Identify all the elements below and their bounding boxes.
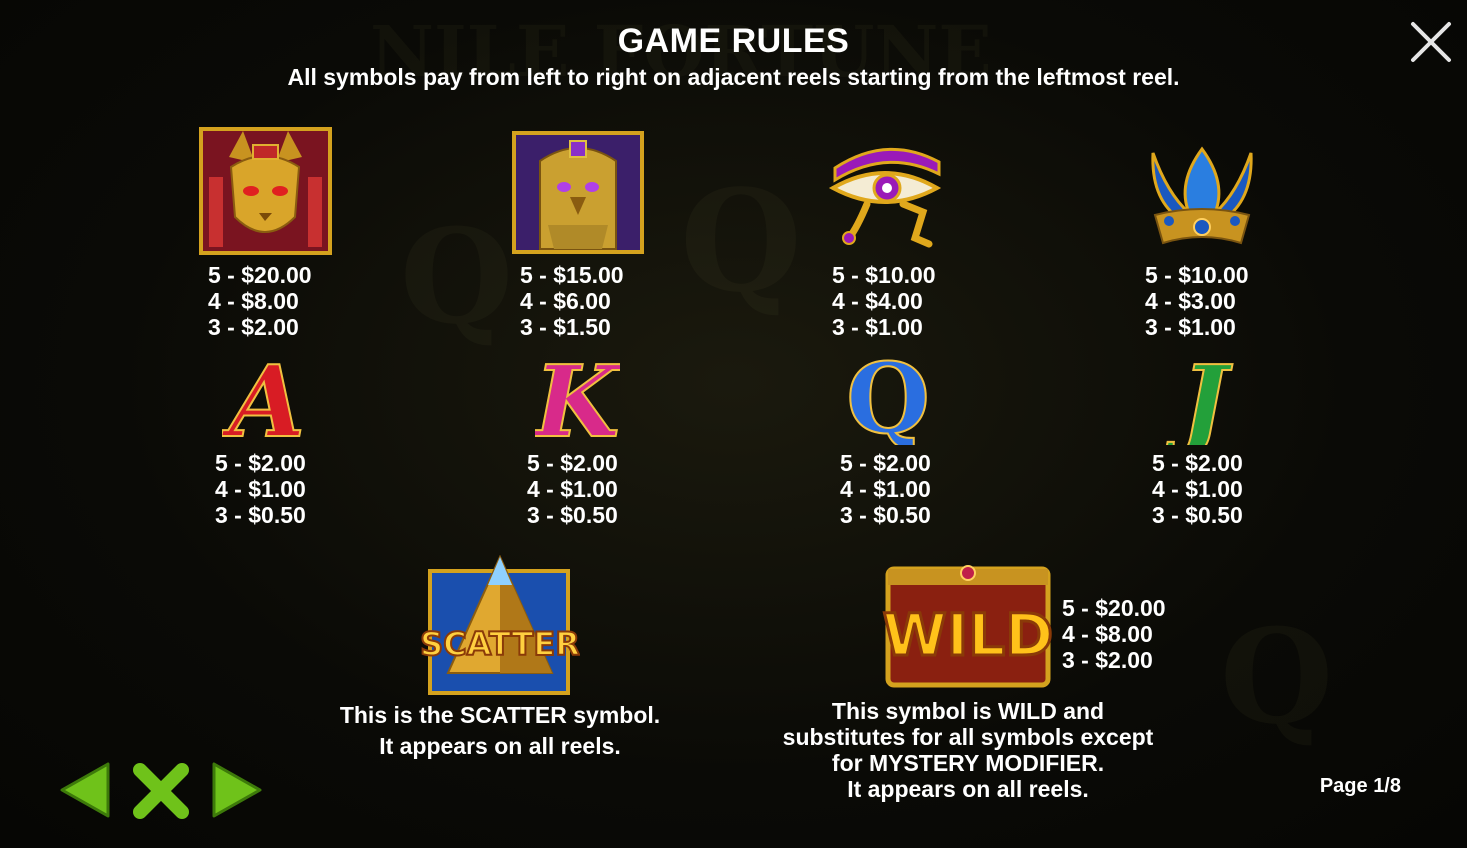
k-paytable: 5 - $2.00 4 - $1.00 3 - $0.50 [527,450,618,528]
pay-line: 3 - $0.50 [527,502,618,528]
pay-line: 3 - $0.50 [215,502,306,528]
glyph-k: K [535,350,620,445]
pay-line: 5 - $10.00 [1145,262,1249,288]
wild-logo-text: WILD [883,601,1054,669]
scatter-desc-line: This is the SCATTER symbol. [339,702,661,728]
pay-line: 3 - $1.50 [520,314,611,340]
wild-desc-line: for MYSTERY MODIFIER. [831,750,1105,776]
pay-line: 3 - $0.50 [1152,502,1243,528]
wild-desc-line: substitutes for all symbols except [782,724,1154,750]
glyph-j: J [1165,350,1233,445]
lotus-symbol-icon [1151,146,1253,245]
lotus-paytable: 5 - $10.00 4 - $3.00 3 - $1.00 [1145,262,1249,340]
next-page-button[interactable] [210,760,264,820]
wild-description: This symbol is WILD and substitutes for … [748,698,1188,802]
pay-line: 5 - $20.00 [208,262,312,288]
a-paytable: 5 - $2.00 4 - $1.00 3 - $0.50 [215,450,306,528]
page-subtitle: All symbols pay from left to right on ad… [287,64,1180,90]
pay-line: 4 - $8.00 [208,288,299,314]
pay-line: 4 - $8.00 [1062,621,1153,647]
pay-line: 4 - $1.00 [840,476,931,502]
pay-line: 4 - $1.00 [1152,476,1243,502]
pay-line: 3 - $0.50 [840,502,931,528]
page-title: GAME RULES [617,22,850,60]
wild-desc-line: This symbol is WILD and [831,698,1105,724]
arrow-right-icon [212,762,262,818]
letter-j-symbol-icon: J [1164,350,1234,445]
pay-line: 4 - $4.00 [832,288,923,314]
wild-desc-line: It appears on all reels. [847,776,1089,802]
pay-line: 5 - $2.00 [840,450,931,476]
scatter-symbol-icon: SCATTER [420,555,580,695]
letter-q-symbol-icon: Q [846,350,931,445]
q-paytable: 5 - $2.00 4 - $1.00 3 - $0.50 [840,450,931,528]
bastet-symbol-icon [199,127,332,255]
pay-line: 5 - $2.00 [1152,450,1243,476]
eye-paytable: 5 - $10.00 4 - $4.00 3 - $1.00 [832,262,936,340]
pay-line: 4 - $6.00 [520,288,611,314]
pay-line: 4 - $3.00 [1145,288,1236,314]
background-reel-letter: Q [1220,600,1334,753]
page-indicator: Page 1/8 [1319,775,1401,797]
pay-line: 5 - $15.00 [520,262,624,288]
x-close-icon [133,763,189,819]
pay-line: 5 - $2.00 [527,450,618,476]
pay-line: 4 - $1.00 [527,476,618,502]
scatter-desc-line: It appears on all reels. [379,733,621,759]
previous-page-button[interactable] [58,760,112,820]
letter-k-symbol-icon: K [535,350,620,445]
pay-line: 3 - $2.00 [1062,647,1153,673]
wild-symbol-icon: WILD [882,565,1054,688]
background-reel-letter: Q [680,160,802,324]
pay-line: 3 - $1.00 [832,314,923,340]
pay-line: 3 - $1.00 [1145,314,1236,340]
horus-paytable: 5 - $15.00 4 - $6.00 3 - $1.50 [520,262,624,340]
glyph-q: Q [846,350,930,445]
letter-a-symbol-icon: A [222,350,306,445]
j-paytable: 5 - $2.00 4 - $1.00 3 - $0.50 [1152,450,1243,528]
eye-of-ra-symbol-icon [828,147,942,248]
horus-symbol-icon [512,131,644,254]
close-rules-button[interactable] [130,760,192,822]
pay-line: 4 - $1.00 [215,476,306,502]
wild-paytable: 5 - $20.00 4 - $8.00 3 - $2.00 [1062,595,1166,673]
background-reel-letter: Q [400,200,514,353]
glyph-a: A [222,350,305,445]
pay-line: 5 - $2.00 [215,450,306,476]
scatter-logo-text: SCATTER [420,625,580,663]
scatter-description: This is the SCATTER symbol. It appears o… [300,702,700,759]
pay-line: 5 - $10.00 [832,262,936,288]
bastet-paytable: 5 - $20.00 4 - $8.00 3 - $2.00 [208,262,312,340]
arrow-left-icon [60,762,110,818]
pay-line: 5 - $20.00 [1062,595,1166,621]
pay-line: 3 - $2.00 [208,314,299,340]
